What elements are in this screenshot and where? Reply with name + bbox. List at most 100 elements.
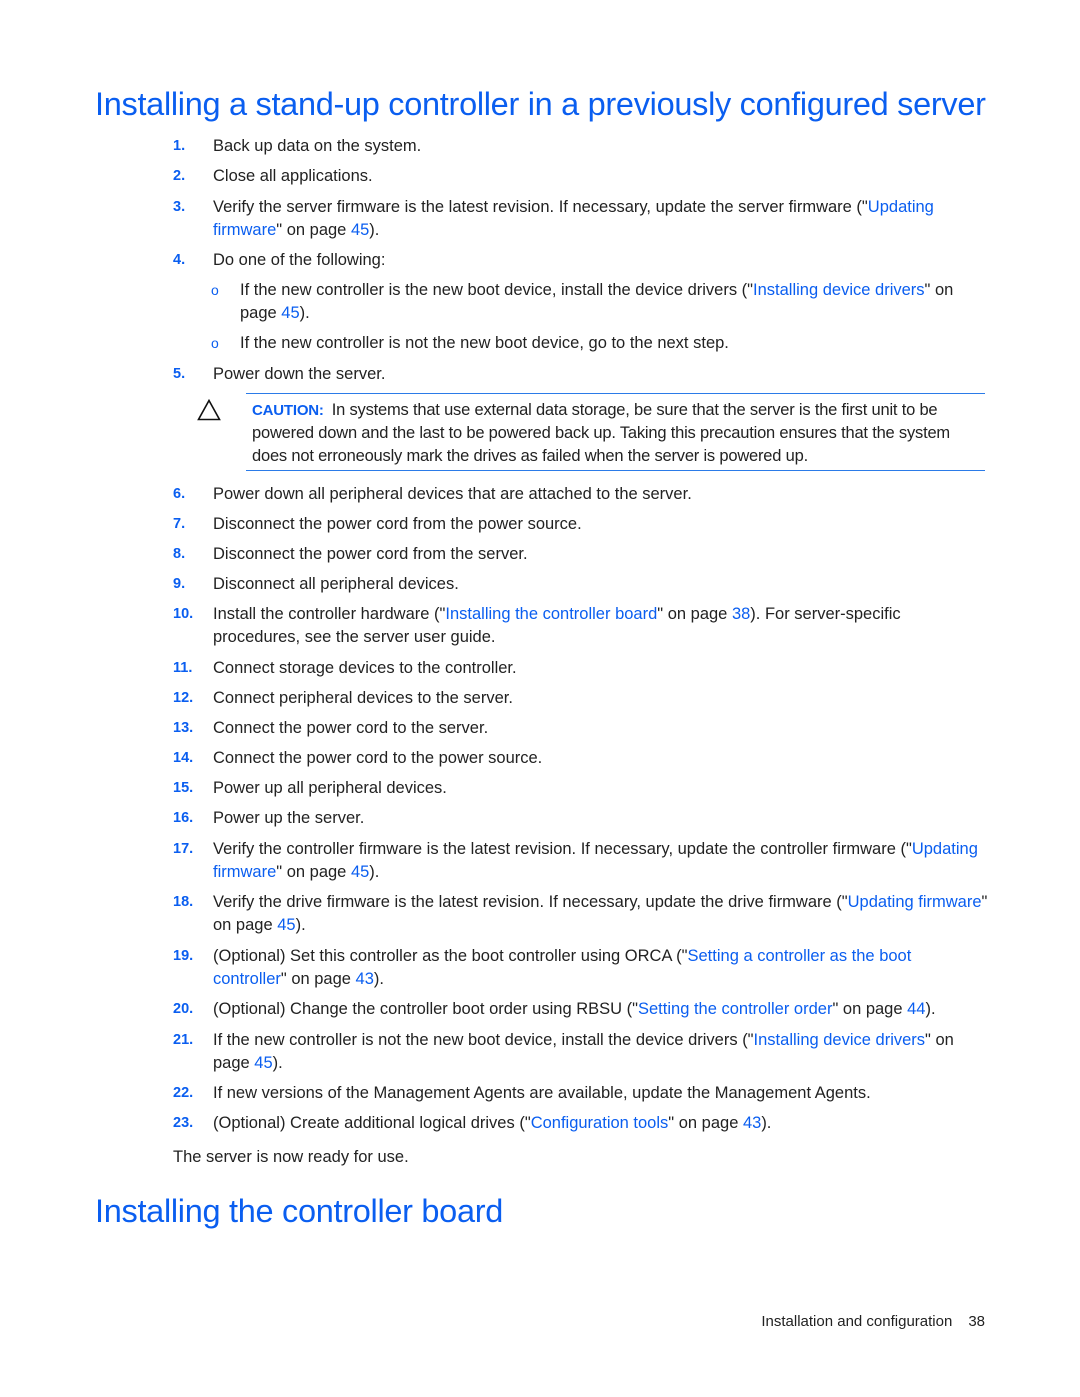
- cross-reference-link[interactable]: 45: [351, 863, 369, 881]
- section-title-2: Installing the controller board: [95, 1193, 504, 1229]
- step-text-run: Back up data on the system.: [213, 137, 422, 155]
- step-number: 21.: [173, 1032, 194, 1048]
- step-text: Disconnect the power cord from the power…: [213, 513, 988, 536]
- step-number: 6.: [173, 486, 186, 502]
- step-text: Close all applications.: [213, 165, 988, 188]
- step-text-run: Connect the power cord to the power sour…: [213, 749, 543, 767]
- step-text-run: " on page: [668, 1114, 743, 1132]
- bullet-icon: o: [211, 282, 219, 298]
- cross-reference-link[interactable]: Installing device drivers: [753, 281, 925, 299]
- footer-chapter: Installation and configuration: [761, 1313, 953, 1330]
- step-text: If new versions of the Management Agents…: [213, 1082, 988, 1105]
- section-title: Installing a stand-up controller in a pr…: [95, 86, 986, 122]
- step-text: Verify the drive firmware is the latest …: [213, 891, 988, 937]
- cross-reference-link[interactable]: Setting the controller order: [638, 1000, 832, 1018]
- bullet-icon: o: [211, 335, 219, 351]
- cross-reference-link[interactable]: 45: [254, 1054, 272, 1072]
- cross-reference-link[interactable]: 43: [356, 970, 374, 988]
- step-number: 10.: [173, 606, 194, 622]
- step-text: Connect peripheral devices to the server…: [213, 687, 988, 710]
- step-text: Power up the server.: [213, 807, 988, 830]
- caution-text: In systems that use external data storag…: [252, 401, 950, 465]
- step-text-run: If new versions of the Management Agents…: [213, 1084, 871, 1102]
- step-number: 16.: [173, 810, 194, 826]
- caution-note: CAUTION: In systems that use external dat…: [246, 393, 985, 471]
- step-text-run: Power up the server.: [213, 809, 365, 827]
- step-text-run: Connect storage devices to the controlle…: [213, 659, 517, 677]
- cross-reference-link[interactable]: 45: [277, 916, 295, 934]
- step-text: If the new controller is not the new boo…: [213, 1029, 988, 1075]
- step-number: 19.: [173, 948, 194, 964]
- step-number: 8.: [173, 546, 186, 562]
- step-text: Disconnect the power cord from the serve…: [213, 543, 988, 566]
- step-text-run: Do one of the following:: [213, 251, 386, 269]
- step-text-run: " on page: [280, 970, 356, 988]
- step-text: Disconnect all peripheral devices.: [213, 573, 988, 596]
- closing-text: The server is now ready for use.: [173, 1148, 409, 1166]
- step-text: Power down the server.: [213, 363, 988, 386]
- step-text-run: Connect peripheral devices to the server…: [213, 689, 513, 707]
- page-number: 38: [968, 1313, 985, 1330]
- step-text-run: Power down all peripheral devices that a…: [213, 485, 692, 503]
- step-text-run: Power down the server.: [213, 365, 386, 383]
- step-text-run: ).: [925, 1000, 936, 1018]
- step-text-run: Disconnect all peripheral devices.: [213, 575, 459, 593]
- step-number: 9.: [173, 576, 186, 592]
- step-text-run: " on page: [276, 221, 351, 239]
- step-text: Verify the server firmware is the latest…: [213, 196, 988, 242]
- step-text-run: (Optional) Change the controller boot or…: [213, 1000, 638, 1018]
- step-text: Verify the controller firmware is the la…: [213, 838, 988, 884]
- step-text-run: ).: [369, 221, 380, 239]
- step-text-run: " on page: [832, 1000, 908, 1018]
- cross-reference-link[interactable]: 43: [743, 1114, 761, 1132]
- step-text-run: ).: [272, 1054, 283, 1072]
- sub-step-text: If the new controller is the new boot de…: [240, 279, 988, 325]
- step-number: 20.: [173, 1001, 194, 1017]
- step-text-run: Disconnect the power cord from the power…: [213, 515, 582, 533]
- cross-reference-link[interactable]: 45: [351, 221, 369, 239]
- step-number: 3.: [173, 199, 186, 215]
- page-footer: Installation and configuration 38: [761, 1311, 985, 1333]
- step-text: Power down all peripheral devices that a…: [213, 483, 988, 506]
- step-number: 1.: [173, 138, 186, 154]
- step-text-run: If the new controller is the new boot de…: [240, 281, 754, 299]
- step-text-run: ).: [373, 970, 384, 988]
- step-text-run: " on page: [657, 605, 732, 623]
- step-text-run: Close all applications.: [213, 167, 373, 185]
- step-text: (Optional) Change the controller boot or…: [213, 998, 988, 1021]
- step-text-run: ).: [299, 304, 310, 322]
- step-text-run: Install the controller hardware (": [213, 605, 446, 623]
- cross-reference-link[interactable]: Configuration tools: [531, 1114, 669, 1132]
- cross-reference-link[interactable]: 45: [281, 304, 299, 322]
- step-text-run: If the new controller is not the new boo…: [213, 1031, 754, 1049]
- cross-reference-link[interactable]: 38: [732, 605, 750, 623]
- step-text-run: Power up all peripheral devices.: [213, 779, 447, 797]
- step-text-run: Verify the controller firmware is the la…: [213, 840, 912, 858]
- cross-reference-link[interactable]: Installing device drivers: [754, 1031, 926, 1049]
- step-text: Connect the power cord to the server.: [213, 717, 988, 740]
- cross-reference-link[interactable]: Installing the controller board: [445, 605, 657, 623]
- step-text: Power up all peripheral devices.: [213, 777, 988, 800]
- step-text-run: " on page: [276, 863, 351, 881]
- step-text-run: Connect the power cord to the server.: [213, 719, 489, 737]
- step-text-run: (Optional) Create additional logical dri…: [213, 1114, 531, 1132]
- step-text: Back up data on the system.: [213, 135, 988, 158]
- sub-step-text: If the new controller is not the new boo…: [240, 332, 988, 355]
- step-number: 15.: [173, 780, 194, 796]
- step-text-run: Verify the drive firmware is the latest …: [213, 893, 848, 911]
- cross-reference-link[interactable]: 44: [907, 1000, 925, 1018]
- warning-triangle-icon: [197, 399, 221, 421]
- step-text-run: ).: [761, 1114, 772, 1132]
- cross-reference-link[interactable]: Updating firmware: [848, 893, 982, 911]
- caution-label: CAUTION:: [252, 402, 324, 419]
- step-text-run: (Optional) Set this controller as the bo…: [213, 947, 688, 965]
- step-number: 22.: [173, 1085, 194, 1101]
- step-text-run: If the new controller is not the new boo…: [240, 334, 729, 352]
- step-number: 11.: [173, 660, 193, 676]
- step-number: 7.: [173, 516, 186, 532]
- step-number: 14.: [173, 750, 194, 766]
- step-number: 18.: [173, 894, 194, 910]
- step-text-run: Disconnect the power cord from the serve…: [213, 545, 528, 563]
- step-text-run: ).: [369, 863, 380, 881]
- step-number: 13.: [173, 720, 194, 736]
